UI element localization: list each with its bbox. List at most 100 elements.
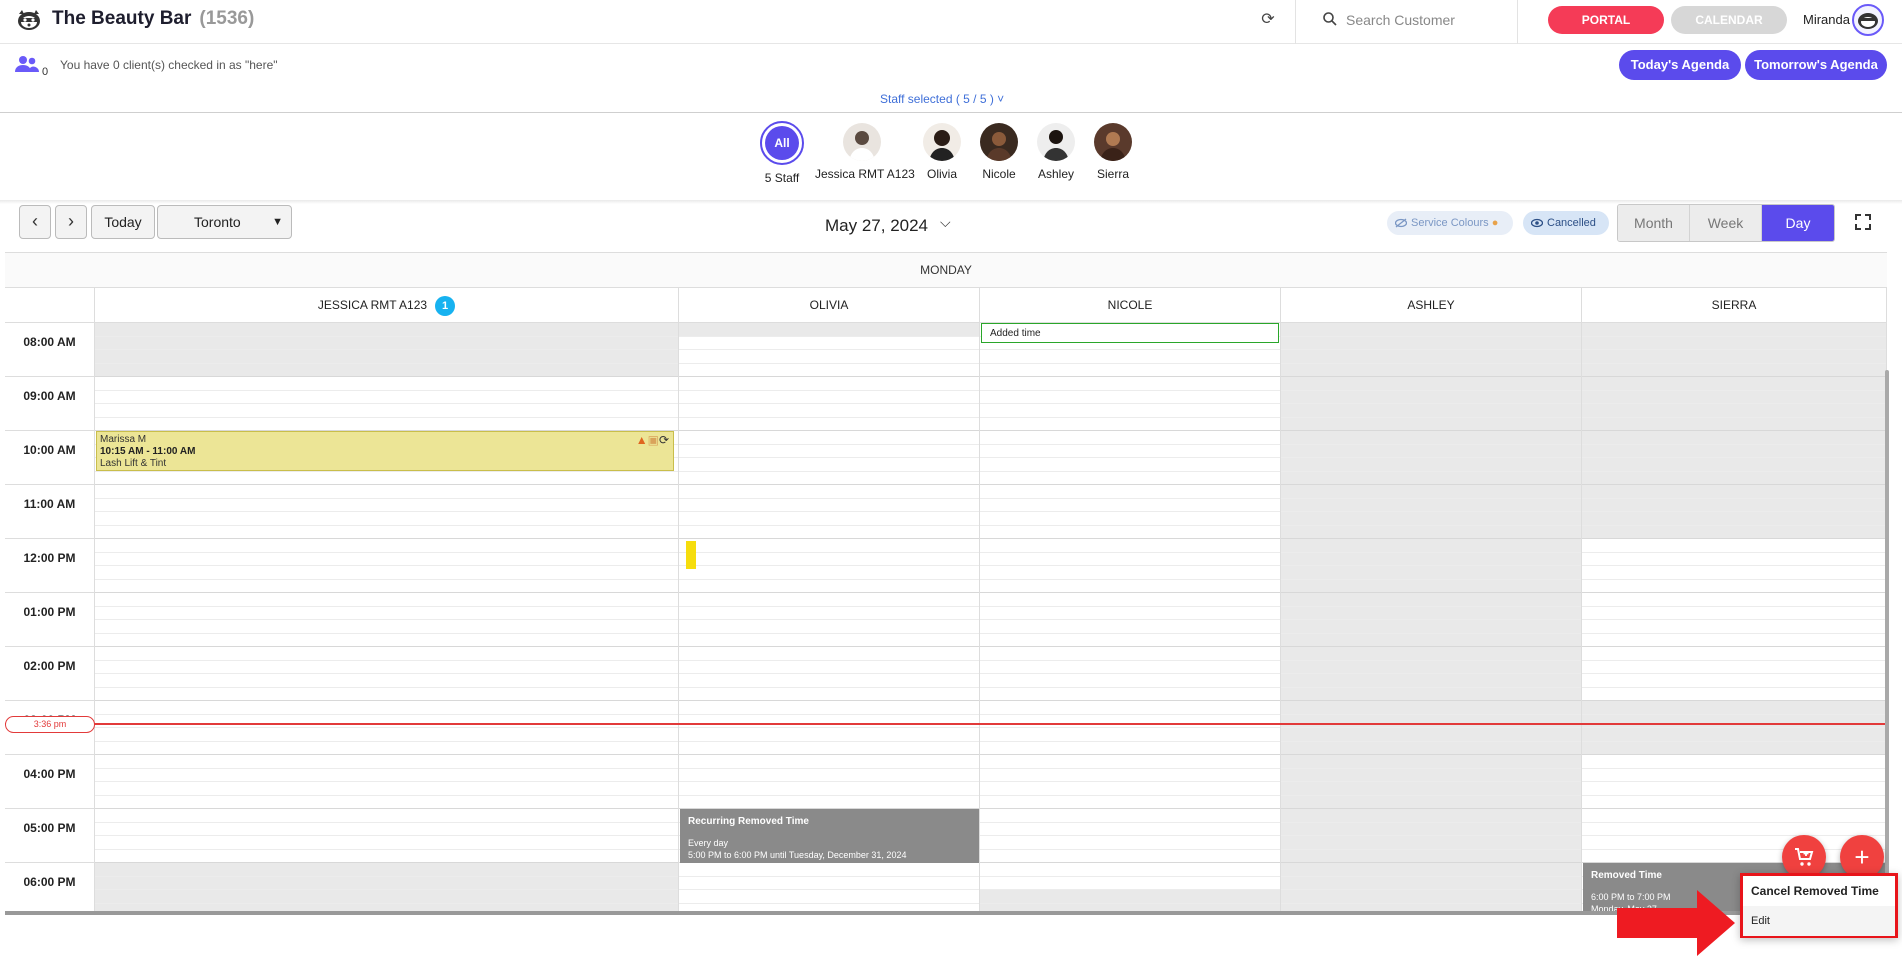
time-slot[interactable] — [980, 728, 1280, 742]
staff-selected-dropdown[interactable]: Staff selected ( 5 / 5 ) ˅ — [880, 92, 1004, 106]
time-slot[interactable] — [1281, 337, 1581, 350]
time-slot[interactable] — [1281, 823, 1581, 836]
time-slot[interactable] — [95, 742, 678, 755]
time-slot[interactable] — [95, 620, 678, 634]
chevron-down-icon[interactable]: ⌵ — [940, 214, 951, 231]
time-slot[interactable] — [1582, 688, 1886, 701]
time-slot[interactable] — [1281, 350, 1581, 364]
time-slot[interactable] — [1582, 472, 1886, 485]
column-nicole[interactable] — [980, 323, 1281, 914]
time-slot[interactable] — [1582, 782, 1886, 796]
time-slot[interactable] — [679, 566, 979, 580]
time-slot[interactable] — [679, 364, 979, 377]
time-slot[interactable] — [95, 674, 678, 688]
time-slot[interactable] — [1281, 782, 1581, 796]
time-slot[interactable] — [1281, 742, 1581, 755]
time-slot[interactable] — [95, 823, 678, 836]
time-slot[interactable] — [980, 485, 1280, 499]
time-slot[interactable] — [679, 674, 979, 688]
time-slot[interactable] — [95, 796, 678, 809]
time-slot[interactable] — [1582, 539, 1886, 553]
time-slot[interactable] — [1582, 364, 1886, 377]
staff-filter-all[interactable]: All 5 Staff — [757, 121, 807, 185]
time-slot[interactable] — [679, 863, 979, 877]
time-slot[interactable] — [679, 661, 979, 674]
time-slot[interactable] — [679, 323, 979, 337]
time-slot[interactable] — [95, 472, 678, 485]
time-slot[interactable] — [95, 809, 678, 823]
time-slot[interactable] — [980, 877, 1280, 890]
time-slot[interactable] — [1281, 539, 1581, 553]
time-slot[interactable] — [1281, 472, 1581, 485]
month-view-button[interactable]: Month — [1618, 205, 1690, 241]
time-slot[interactable] — [95, 890, 678, 904]
timezone-select[interactable]: Toronto ▼ — [157, 205, 292, 239]
time-slot[interactable] — [1281, 580, 1581, 593]
time-slot[interactable] — [1582, 674, 1886, 688]
time-slot[interactable] — [1582, 580, 1886, 593]
time-slot[interactable] — [1281, 674, 1581, 688]
time-slot[interactable] — [1281, 836, 1581, 850]
time-slot[interactable] — [95, 364, 678, 377]
time-slot[interactable] — [1281, 620, 1581, 634]
time-slot[interactable] — [679, 607, 979, 620]
time-slot[interactable] — [1281, 890, 1581, 904]
cancel-removed-time-item[interactable]: Cancel Removed Time — [1743, 876, 1895, 906]
time-slot[interactable] — [1281, 418, 1581, 431]
time-slot[interactable] — [1281, 809, 1581, 823]
todays-agenda-button[interactable]: Today's Agenda — [1619, 50, 1741, 80]
time-slot[interactable] — [1281, 431, 1581, 445]
time-slot[interactable] — [980, 715, 1280, 728]
time-slot[interactable] — [679, 431, 979, 445]
time-slot[interactable] — [1582, 499, 1886, 512]
time-slot[interactable] — [679, 485, 979, 499]
time-slot[interactable] — [980, 674, 1280, 688]
time-slot[interactable] — [95, 782, 678, 796]
time-slot[interactable] — [1582, 836, 1886, 850]
staff-filter-sierra[interactable]: Sierra — [1093, 123, 1133, 181]
staff-filter-jessica[interactable]: Jessica RMT A123 — [815, 123, 915, 181]
time-slot[interactable] — [679, 526, 979, 539]
time-slot[interactable] — [980, 769, 1280, 782]
time-slot[interactable] — [980, 566, 1280, 580]
refresh-icon[interactable]: ⟳ — [1258, 10, 1278, 30]
time-slot[interactable] — [1582, 323, 1886, 337]
time-slot[interactable] — [1582, 431, 1886, 445]
time-slot[interactable] — [980, 823, 1280, 836]
time-slot[interactable] — [679, 458, 979, 472]
time-slot[interactable] — [980, 526, 1280, 539]
service-colours-toggle[interactable]: Service Colours ● — [1387, 211, 1513, 235]
staff-filter-nicole[interactable]: Nicole — [979, 123, 1019, 181]
appointment-card[interactable]: Marissa M 10:15 AM - 11:00 AM Lash Lift … — [96, 431, 674, 471]
time-slot[interactable] — [980, 863, 1280, 877]
time-slot[interactable] — [679, 782, 979, 796]
time-slot[interactable] — [95, 337, 678, 350]
added-time-block[interactable]: Added time — [981, 323, 1279, 343]
time-slot[interactable] — [679, 593, 979, 607]
time-slot[interactable] — [679, 620, 979, 634]
next-day-button[interactable]: › — [55, 205, 87, 239]
time-slot[interactable] — [980, 796, 1280, 809]
time-slot[interactable] — [679, 499, 979, 512]
time-slot[interactable] — [980, 458, 1280, 472]
time-slot[interactable] — [679, 647, 979, 661]
time-slot[interactable] — [1281, 377, 1581, 391]
time-slot[interactable] — [679, 337, 979, 350]
time-slot[interactable] — [95, 485, 678, 499]
time-slot[interactable] — [679, 512, 979, 526]
time-slot[interactable] — [980, 445, 1280, 458]
time-slot[interactable] — [1281, 863, 1581, 877]
time-slot[interactable] — [1281, 850, 1581, 863]
time-slot[interactable] — [1582, 728, 1886, 742]
time-slot[interactable] — [1281, 485, 1581, 499]
time-slot[interactable] — [1582, 661, 1886, 674]
time-slot[interactable] — [1281, 877, 1581, 890]
time-slot[interactable] — [980, 634, 1280, 647]
time-slot[interactable] — [1281, 391, 1581, 404]
time-slot[interactable] — [1281, 323, 1581, 337]
time-slot[interactable] — [1582, 512, 1886, 526]
column-jessica[interactable] — [95, 323, 679, 914]
time-slot[interactable] — [1281, 364, 1581, 377]
time-slot[interactable] — [1281, 701, 1581, 715]
time-slot[interactable] — [1281, 566, 1581, 580]
